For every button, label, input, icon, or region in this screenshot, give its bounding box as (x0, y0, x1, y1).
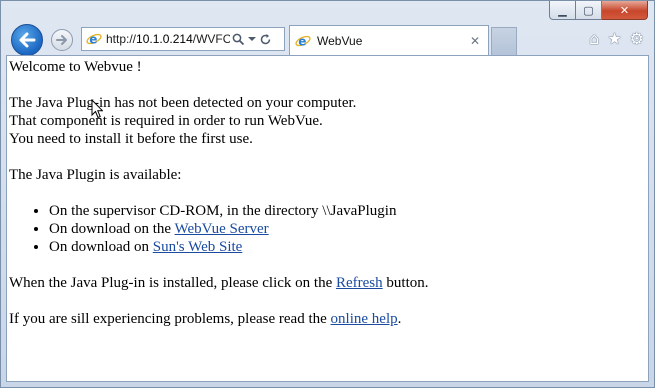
sun-web-site-link[interactable]: Sun's Web Site (153, 239, 243, 255)
url-path: /WVFO (192, 32, 230, 46)
plugin-sources-list: On the supervisor CD-ROM, in the directo… (9, 202, 646, 256)
refresh-link[interactable]: Refresh (336, 275, 383, 291)
mouse-cursor-icon (91, 99, 103, 119)
address-icons (232, 33, 272, 46)
url-prefix: http:// (106, 32, 137, 46)
favorites-star-icon[interactable]: ★ (607, 29, 621, 48)
tab-title: WebVue (317, 33, 363, 48)
help-instruction: If you are sill experiencing problems, p… (9, 310, 646, 328)
close-tab-icon[interactable]: ✕ (470, 34, 480, 48)
close-window-button[interactable]: ✕ (602, 1, 648, 20)
webvue-server-link[interactable]: WebVue Server (175, 221, 269, 237)
url-text[interactable]: http://10.1.0.214/WVFO (106, 32, 230, 46)
source-text: On download on (49, 239, 153, 255)
forward-arrow-icon (56, 35, 67, 45)
notice-line-2: That component is required in order to r… (9, 113, 323, 129)
notice-line-1: The Java Plug-in has not been detected o… (9, 95, 357, 111)
forward-button[interactable] (51, 29, 73, 51)
refresh-icon[interactable] (259, 33, 272, 46)
back-arrow-icon (19, 32, 36, 48)
dropdown-icon[interactable] (248, 35, 256, 43)
address-bar[interactable]: e http://10.1.0.214/WVFO (81, 27, 285, 51)
caption-buttons: ▁ ▢ ✕ (549, 1, 648, 21)
home-icon[interactable]: ⌂ (589, 29, 599, 48)
help-text-after: . (397, 311, 402, 327)
plugin-notice: The Java Plug-in has not been detected o… (9, 94, 646, 148)
refresh-instruction: When the Java Plug-in is installed, plea… (9, 274, 646, 292)
source-text: On download on the (49, 221, 175, 237)
maximize-button[interactable]: ▢ (576, 1, 602, 20)
tab-webvue[interactable]: e WebVue ✕ (289, 25, 489, 55)
svg-text:e: e (89, 33, 97, 47)
ie-tab-icon: e (295, 34, 311, 48)
tools-gear-icon[interactable]: ⚙ (630, 29, 644, 48)
browser-command-icons: ⌂ ★ ⚙ (589, 29, 644, 48)
back-button[interactable] (11, 24, 43, 56)
list-item-cdrom: On the supervisor CD-ROM, in the directo… (49, 202, 646, 220)
browser-window: ▁ ▢ ✕ e http://10.1.0.214/WVFO e WebVue … (0, 0, 655, 388)
list-item-webvue-server: On download on the WebVue Server (49, 220, 646, 238)
svg-text:e: e (298, 34, 306, 48)
refresh-text-after: button. (382, 275, 429, 291)
search-icon[interactable] (232, 33, 245, 46)
help-text-before: If you are sill experiencing problems, p… (9, 311, 331, 327)
source-text: On the supervisor CD-ROM, in the directo… (49, 203, 397, 219)
navigation-toolbar: e http://10.1.0.214/WVFO e WebVue ✕ ⌂ ★ … (1, 23, 654, 56)
online-help-link[interactable]: online help (331, 311, 398, 327)
new-tab-button[interactable] (491, 27, 517, 55)
url-host: 10.1.0.214 (136, 32, 193, 46)
ie-page-icon: e (86, 33, 102, 47)
notice-line-3: You need to install it before the first … (9, 131, 253, 147)
minimize-button[interactable]: ▁ (549, 1, 576, 20)
list-item-sun-site: On download on Sun's Web Site (49, 238, 646, 256)
welcome-heading: Welcome to Webvue ! (9, 59, 142, 75)
refresh-text-before: When the Java Plug-in is installed, plea… (9, 275, 336, 291)
available-heading: The Java Plugin is available: (9, 167, 182, 183)
